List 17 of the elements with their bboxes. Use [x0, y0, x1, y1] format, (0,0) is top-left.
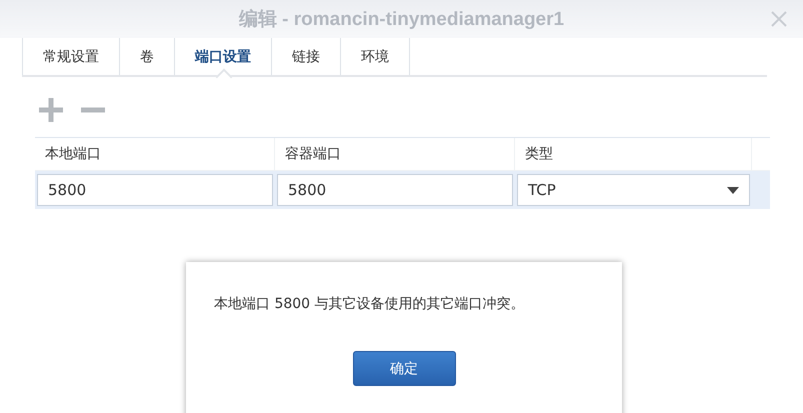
column-header: 类型	[515, 138, 752, 170]
add-icon[interactable]	[38, 97, 64, 123]
tab[interactable]: 环境	[340, 38, 410, 75]
close-icon[interactable]	[771, 11, 787, 27]
input-field[interactable]: 5800	[37, 174, 273, 206]
tab[interactable]: 卷	[119, 38, 174, 75]
tab[interactable]: 常规设置	[22, 38, 119, 75]
dialog-message: 本地端口 5800 与其它设备使用的其它端口冲突。	[214, 295, 525, 313]
table-row[interactable]: 5800 5800 TCP	[35, 171, 770, 209]
input-field[interactable]: 5800	[277, 174, 513, 206]
column-header: 本地端口	[35, 138, 275, 170]
tab[interactable]: 链接	[271, 38, 340, 75]
caret-icon	[727, 186, 739, 194]
ok-button[interactable]: 确定	[352, 351, 456, 386]
column-header: 容器端口	[275, 138, 515, 170]
dropdown[interactable]: TCP	[517, 174, 750, 206]
window-title: 编辑 - romancin-tinymediamanager1	[238, 8, 564, 32]
